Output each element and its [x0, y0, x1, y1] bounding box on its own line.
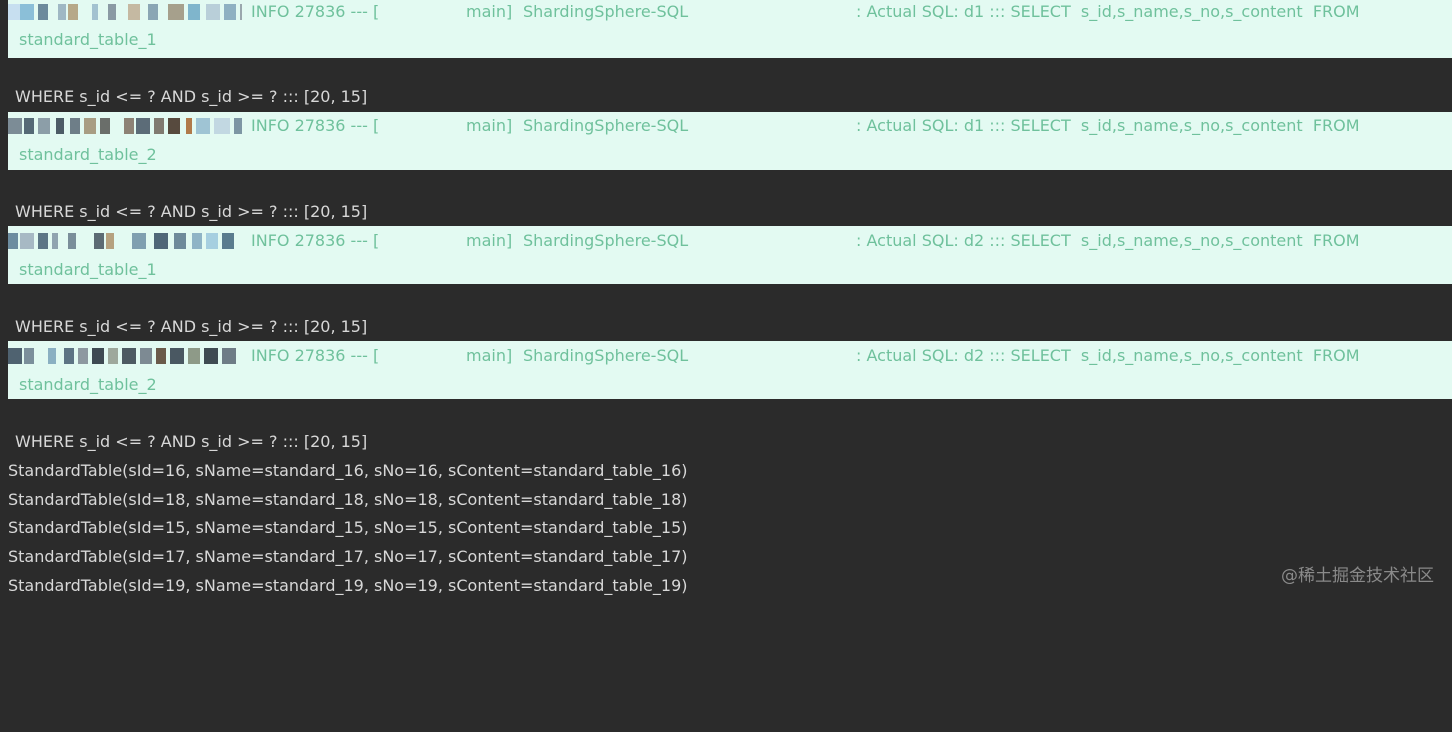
masked-timestamp	[8, 4, 244, 20]
console-output[interactable]: INFO 27836 --- [ main] ShardingSphere-SQ…	[0, 0, 1452, 607]
log-thread: main]	[466, 346, 513, 365]
sql-where-line: WHERE s_id <= ? AND s_id >= ? ::: [20, 1…	[15, 317, 368, 336]
log-continuation: standard_table_2	[19, 375, 157, 394]
result-row: StandardTable(sId=15, sName=standard_15,…	[8, 518, 688, 537]
log-level: INFO 27836 --- [	[251, 231, 380, 250]
log-thread: main]	[466, 2, 513, 21]
log-thread: main]	[466, 116, 513, 135]
log-entry: INFO 27836 --- [ main] ShardingSphere-SQ…	[8, 112, 1452, 170]
log-logger: ShardingSphere-SQL	[523, 346, 689, 365]
log-entry: INFO 27836 --- [ main] ShardingSphere-SQ…	[8, 341, 1452, 399]
result-row: StandardTable(sId=17, sName=standard_17,…	[8, 547, 688, 566]
log-logger: ShardingSphere-SQL	[523, 231, 689, 250]
log-continuation: standard_table_1	[19, 30, 157, 49]
result-row: StandardTable(sId=18, sName=standard_18,…	[8, 490, 688, 509]
log-level: INFO 27836 --- [	[251, 116, 380, 135]
result-row: StandardTable(sId=19, sName=standard_19,…	[8, 576, 688, 595]
log-message: : Actual SQL: d2 ::: SELECT s_id,s_name,…	[856, 231, 1360, 250]
sql-where-line: WHERE s_id <= ? AND s_id >= ? ::: [20, 1…	[15, 202, 368, 221]
sql-where-line: WHERE s_id <= ? AND s_id >= ? ::: [20, 1…	[15, 87, 368, 106]
sql-where-line: WHERE s_id <= ? AND s_id >= ? ::: [20, 1…	[15, 432, 368, 451]
masked-timestamp	[8, 118, 244, 134]
log-logger: ShardingSphere-SQL	[523, 116, 689, 135]
masked-timestamp	[8, 348, 244, 364]
log-line: INFO 27836 --- [ main] ShardingSphere-SQ…	[8, 344, 1452, 368]
result-row: StandardTable(sId=16, sName=standard_16,…	[8, 461, 688, 480]
masked-timestamp	[8, 233, 244, 249]
log-level: INFO 27836 --- [	[251, 346, 380, 365]
log-thread: main]	[466, 231, 513, 250]
watermark-text: @稀土掘金技术社区	[1281, 566, 1434, 586]
log-line: INFO 27836 --- [ main] ShardingSphere-SQ…	[8, 114, 1452, 138]
log-entry: INFO 27836 --- [ main] ShardingSphere-SQ…	[8, 0, 1452, 58]
log-line: INFO 27836 --- [ main] ShardingSphere-SQ…	[8, 0, 1452, 24]
log-message: : Actual SQL: d1 ::: SELECT s_id,s_name,…	[856, 116, 1360, 135]
log-level: INFO 27836 --- [	[251, 2, 380, 21]
log-line: INFO 27836 --- [ main] ShardingSphere-SQ…	[8, 229, 1452, 253]
log-message: : Actual SQL: d2 ::: SELECT s_id,s_name,…	[856, 346, 1360, 365]
log-continuation: standard_table_2	[19, 145, 157, 164]
log-message: : Actual SQL: d1 ::: SELECT s_id,s_name,…	[856, 2, 1360, 21]
log-continuation: standard_table_1	[19, 260, 157, 279]
log-entry: INFO 27836 --- [ main] ShardingSphere-SQ…	[8, 226, 1452, 284]
log-logger: ShardingSphere-SQL	[523, 2, 689, 21]
